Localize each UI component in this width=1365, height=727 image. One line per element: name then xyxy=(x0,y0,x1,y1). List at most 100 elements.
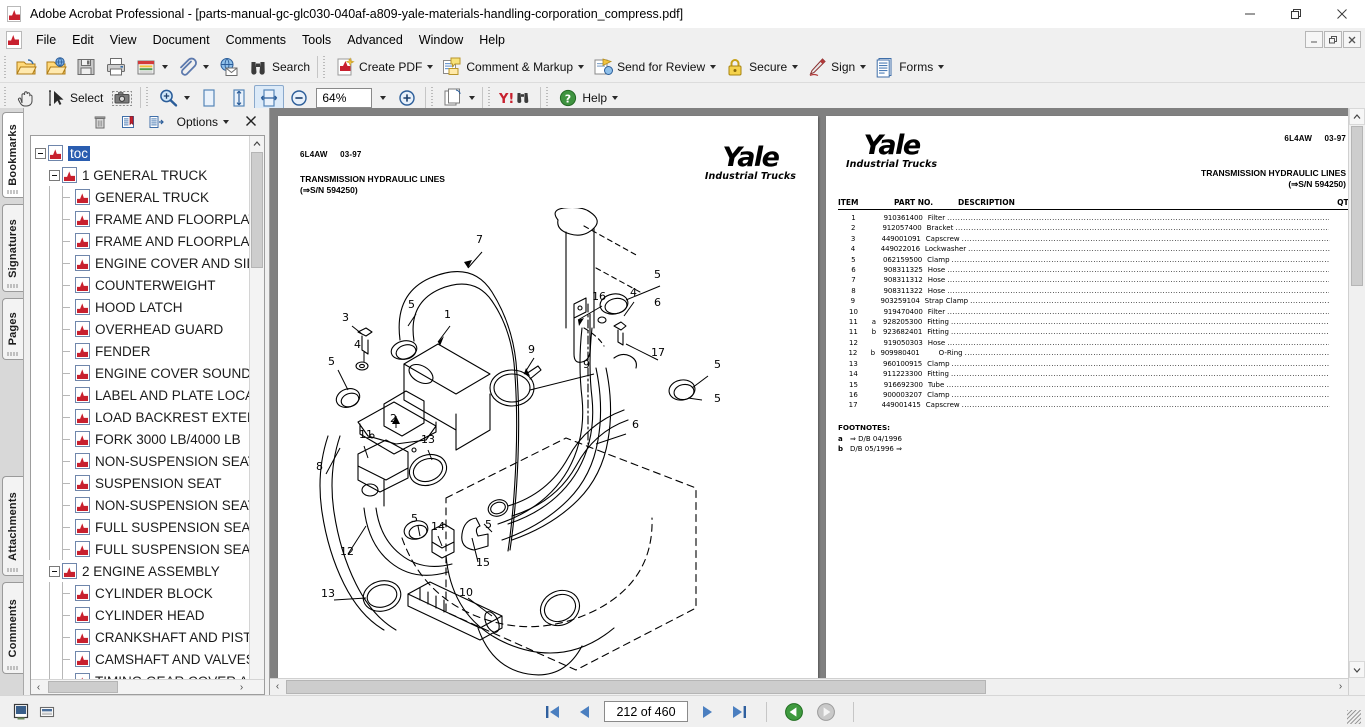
menu-advanced[interactable]: Advanced xyxy=(339,30,411,50)
toolbar2-page-grip[interactable] xyxy=(430,87,436,109)
bookmarks-options-caret[interactable] xyxy=(223,119,229,124)
doc-scroll-left-icon[interactable]: ‹ xyxy=(270,681,285,692)
document-horizontal-scrollbar[interactable]: ‹ › xyxy=(270,678,1348,695)
forms-button[interactable]: Forms xyxy=(870,54,948,80)
single-page-view-button[interactable] xyxy=(8,700,34,724)
bookmark-item[interactable]: FRAME AND FLOORPLATE xyxy=(31,208,264,231)
bookmarks-close-button[interactable] xyxy=(239,114,263,130)
previous-view-button[interactable] xyxy=(781,700,807,724)
document-view[interactable]: 6L4AW 03-97 TRANSMISSION HYDRAULIC LINES… xyxy=(270,108,1365,695)
window-minimize-button[interactable] xyxy=(1227,0,1273,28)
bookmarks-horizontal-scrollbar[interactable]: ‹ › xyxy=(31,679,264,694)
menu-view[interactable]: View xyxy=(102,30,145,50)
page-left[interactable]: 6L4AW 03-97 TRANSMISSION HYDRAULIC LINES… xyxy=(278,116,818,692)
bookmark-item[interactable]: HOOD LATCH xyxy=(31,296,264,319)
sidebar-tab-bookmarks[interactable]: Bookmarks xyxy=(2,112,23,198)
bookmark-item[interactable]: FORK 3000 LB/4000 LB xyxy=(31,428,264,451)
toolbar2-zoom-grip[interactable] xyxy=(145,87,151,109)
bookmark-item[interactable]: TIMING GEAR COVER AN xyxy=(31,670,264,680)
sidebar-tab-attachments[interactable]: Attachments xyxy=(2,476,23,576)
forms-caret[interactable] xyxy=(938,65,945,69)
create-pdf-button[interactable]: Create PDF xyxy=(330,54,437,80)
bookmark-item[interactable]: COUNTERWEIGHT xyxy=(31,274,264,297)
page-layout-caret[interactable] xyxy=(469,96,476,100)
continuous-view-button[interactable] xyxy=(34,700,60,724)
bookmark-item[interactable]: FENDER xyxy=(31,340,264,363)
doc-scroll-down-icon[interactable] xyxy=(1349,661,1365,678)
new-bookmark-button[interactable] xyxy=(117,111,139,133)
bookmark-item[interactable]: FULL SUSPENSION SEA xyxy=(31,516,264,539)
bookmark-item[interactable]: CAMSHAFT AND VALVES xyxy=(31,648,264,671)
create-pdf-caret[interactable] xyxy=(427,65,434,69)
bookmarks-hscroll-thumb[interactable] xyxy=(48,681,118,693)
print-button[interactable] xyxy=(101,54,131,80)
zoom-level-input[interactable]: 64% xyxy=(316,88,373,108)
comment-markup-button[interactable]: Comment & Markup xyxy=(437,54,588,80)
menu-help[interactable]: Help xyxy=(471,30,513,50)
scroll-left-icon[interactable]: ‹ xyxy=(31,682,46,693)
next-view-button[interactable] xyxy=(813,700,839,724)
first-page-button[interactable] xyxy=(540,700,566,724)
sidebar-tab-comments[interactable]: Comments xyxy=(2,582,23,674)
document-hscroll-thumb[interactable] xyxy=(286,680,986,694)
sign-caret[interactable] xyxy=(860,65,867,69)
bookmark-item[interactable]: CYLINDER HEAD xyxy=(31,604,264,627)
bookmark-item[interactable]: LABEL AND PLATE LOCA xyxy=(31,384,264,407)
bookmark-item[interactable]: 1 GENERAL TRUCK xyxy=(31,164,264,186)
sidebar-tab-pages[interactable]: Pages xyxy=(2,298,23,360)
page-right[interactable]: Yale Industrial Trucks 6L4AW 03-97 TRANS… xyxy=(826,116,1365,692)
send-for-review-button[interactable]: Send for Review xyxy=(588,54,720,80)
menu-comments[interactable]: Comments xyxy=(218,30,294,50)
bookmark-item[interactable]: FRAME AND FLOORPLA xyxy=(31,230,264,253)
mdi-minimize-button[interactable] xyxy=(1305,31,1323,48)
bookmark-item[interactable]: toc xyxy=(31,142,264,164)
expand-bookmark-button[interactable] xyxy=(145,111,167,133)
toolbar2-help-grip[interactable] xyxy=(545,87,551,109)
window-maximize-button[interactable] xyxy=(1273,0,1319,28)
sign-button[interactable]: Sign xyxy=(802,54,870,80)
page-number-input[interactable]: 212 of 460 xyxy=(604,701,688,722)
send-for-review-caret[interactable] xyxy=(710,65,717,69)
secure-button[interactable]: Secure xyxy=(720,54,802,80)
document-vertical-scrollbar[interactable] xyxy=(1348,108,1365,695)
bookmark-item[interactable]: ENGINE COVER AND SID xyxy=(31,252,264,275)
bookmark-expander[interactable] xyxy=(49,565,60,577)
bookmark-expander[interactable] xyxy=(35,147,46,159)
open-file-button[interactable] xyxy=(11,54,41,80)
bookmarks-options-button[interactable]: Options xyxy=(173,113,233,131)
secure-caret[interactable] xyxy=(792,65,799,69)
mdi-restore-button[interactable] xyxy=(1324,31,1342,48)
attach-file-button[interactable] xyxy=(172,54,213,80)
comment-markup-caret[interactable] xyxy=(578,65,585,69)
window-close-button[interactable] xyxy=(1319,0,1365,28)
previous-page-button[interactable] xyxy=(572,700,598,724)
bookmark-item[interactable]: LOAD BACKREST EXTEN xyxy=(31,406,264,429)
bookmark-item[interactable]: SUSPENSION SEAT xyxy=(31,472,264,495)
doc-scroll-up-icon[interactable] xyxy=(1349,108,1365,125)
attach-dropdown-caret[interactable] xyxy=(203,65,209,69)
help-caret[interactable] xyxy=(612,96,619,100)
scroll-up-icon[interactable] xyxy=(250,136,264,151)
bookmarks-tree[interactable]: toc 1 GENERAL TRUCK GENERAL TRUCK FRAME AND… xyxy=(31,136,264,680)
email-button[interactable] xyxy=(131,54,172,80)
bookmark-item[interactable]: 2 ENGINE ASSEMBLY xyxy=(31,560,264,582)
bookmark-item[interactable]: NON-SUSPENSION SEAT xyxy=(31,450,264,473)
toolbar2-grip[interactable] xyxy=(3,87,8,109)
bookmark-expander[interactable] xyxy=(49,169,60,181)
bookmark-item[interactable]: ENGINE COVER SOUND xyxy=(31,362,264,385)
bookmark-item[interactable]: OVERHEAD GUARD xyxy=(31,318,264,341)
menu-file[interactable]: File xyxy=(28,30,64,50)
send-email-button[interactable] xyxy=(213,54,243,80)
toolbar-grip[interactable] xyxy=(3,56,8,78)
scroll-right-icon[interactable]: › xyxy=(234,682,249,693)
bookmark-item[interactable]: FULL SUSPENSION SEA xyxy=(31,538,264,561)
bookmark-item[interactable]: GENERAL TRUCK xyxy=(31,186,264,209)
save-button[interactable] xyxy=(71,54,101,80)
toolbar-group-grip[interactable] xyxy=(322,56,328,78)
bookmark-item[interactable]: CRANKSHAFT AND PIST xyxy=(31,626,264,649)
email-dropdown-caret[interactable] xyxy=(162,65,168,69)
next-page-button[interactable] xyxy=(694,700,720,724)
sidebar-tab-signatures[interactable]: Signatures xyxy=(2,204,23,292)
zoom-tool-caret[interactable] xyxy=(184,96,191,100)
menu-edit[interactable]: Edit xyxy=(64,30,102,50)
